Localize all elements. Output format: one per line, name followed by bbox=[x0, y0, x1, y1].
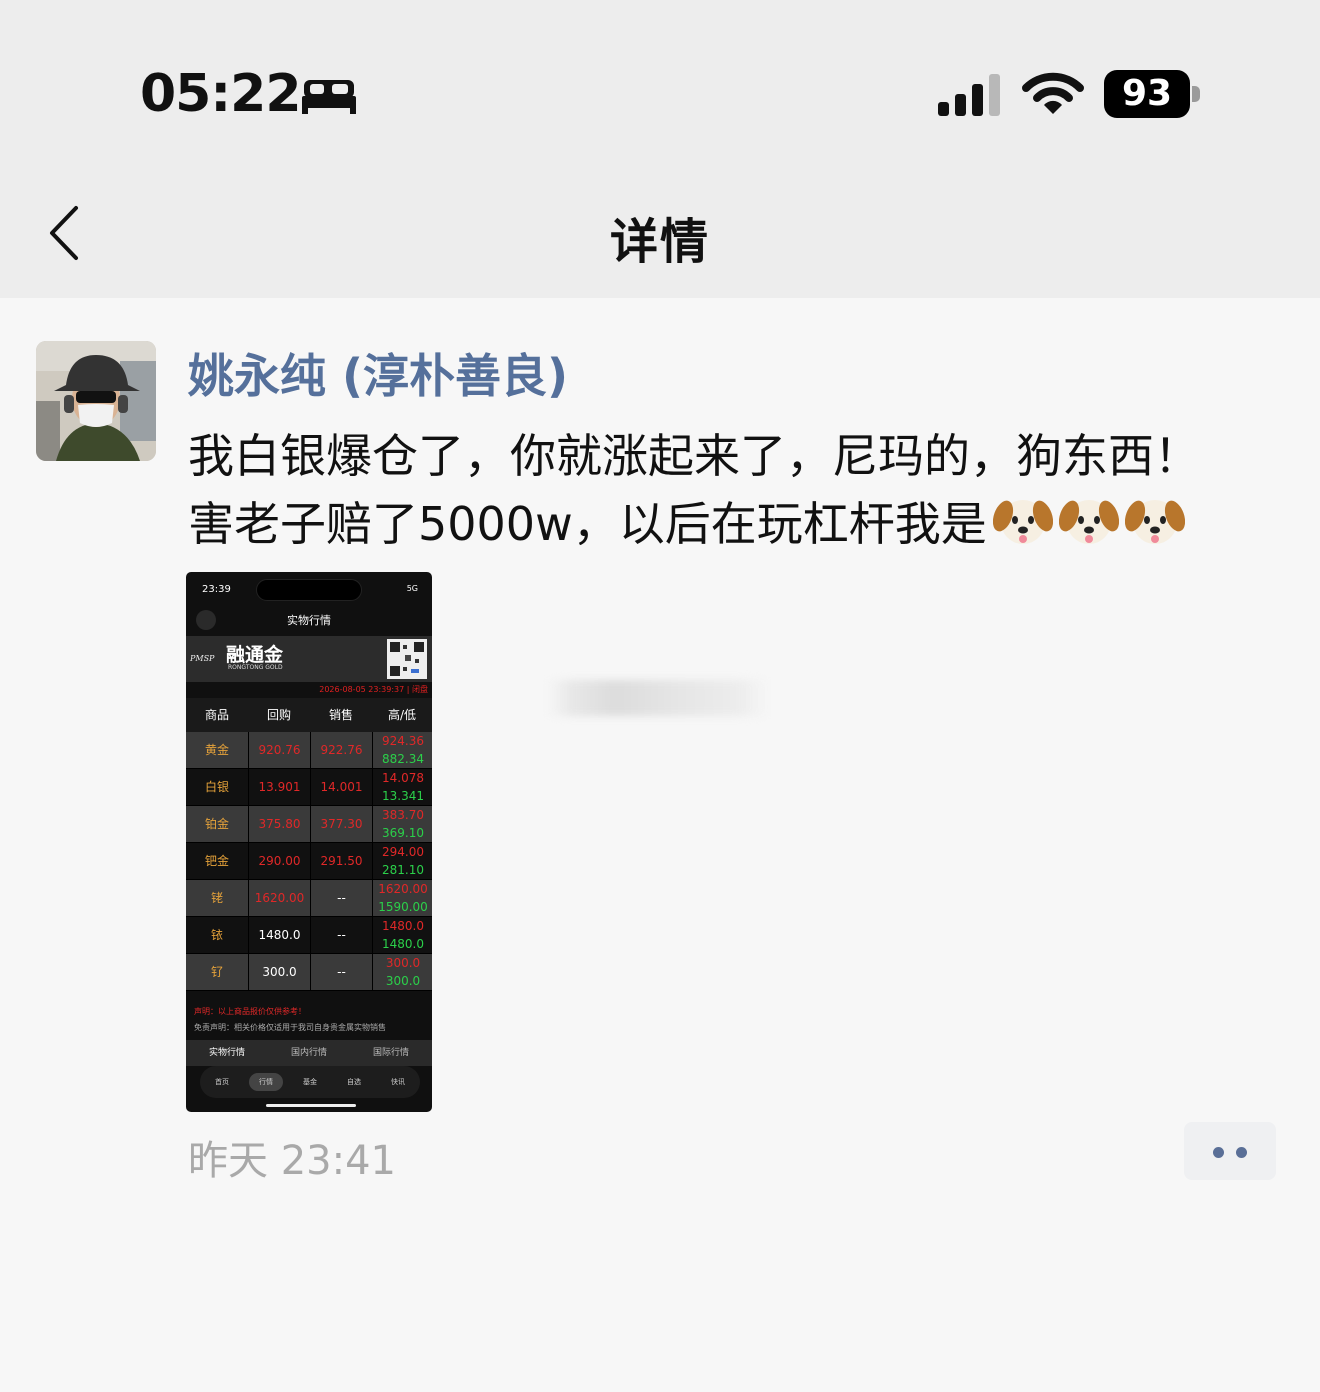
image-banner: PMSP 融通金 RONGTONG GOLD bbox=[186, 636, 432, 682]
table-row: 黄金 920.76 922.76 924.36 882.34 bbox=[186, 732, 432, 769]
row-high: 294.00 bbox=[382, 845, 424, 859]
status-time: 05:22 bbox=[140, 64, 302, 124]
col-header: 高/低 bbox=[387, 708, 417, 722]
row-low: 13.341 bbox=[382, 789, 424, 803]
row-buy: 1480.0 bbox=[248, 917, 310, 953]
image-brand: 融通金 bbox=[226, 644, 284, 666]
row-low: 1480.0 bbox=[382, 937, 424, 951]
row-high: 383.70 bbox=[382, 808, 424, 822]
dog-emoji-icon bbox=[992, 500, 1053, 544]
attached-image[interactable]: 23:39 5G 实物行情 PMSP 融通金 RONGTONG GOLD 202… bbox=[186, 572, 432, 1112]
row-low: 300.0 bbox=[385, 974, 421, 988]
col-header: 销售 bbox=[328, 708, 353, 722]
more-options-button[interactable] bbox=[1184, 1122, 1276, 1180]
image-network: 5G bbox=[406, 584, 418, 593]
post-timestamp: 昨天 23:41 bbox=[188, 1138, 396, 1184]
row-sell: 291.50 bbox=[310, 843, 372, 879]
row-high-low: 1480.0 1480.0 bbox=[372, 917, 432, 953]
row-sell: -- bbox=[310, 880, 372, 916]
blurred-region bbox=[548, 680, 770, 716]
image-qr-code bbox=[387, 639, 427, 679]
row-high: 1480.0 bbox=[382, 919, 424, 933]
page-title: 详情 bbox=[609, 214, 710, 270]
row-name: 白银 bbox=[204, 780, 229, 794]
image-nav-item: 基金 bbox=[303, 1078, 317, 1086]
row-high-low: 294.00 281.10 bbox=[372, 843, 432, 879]
cellular-signal-icon bbox=[938, 74, 1000, 116]
row-buy: 290.00 bbox=[248, 843, 310, 879]
row-sell: 14.001 bbox=[310, 769, 372, 805]
image-status-time: 23:39 bbox=[202, 584, 231, 595]
row-buy: 1620.00 bbox=[248, 880, 310, 916]
more-dot-icon bbox=[1213, 1147, 1224, 1158]
row-name: 铱 bbox=[210, 928, 223, 942]
table-row: 白银 13.901 14.001 14.078 13.341 bbox=[186, 769, 432, 806]
image-tab: 实物行情 bbox=[208, 1048, 245, 1058]
row-low: 1590.00 bbox=[378, 900, 428, 914]
image-disclaimer-title: 声明：以上商品报价仅供参考！ bbox=[194, 1007, 306, 1016]
image-brand-sub: RONGTONG GOLD bbox=[228, 664, 283, 671]
author-name[interactable]: 姚永纯 (淳朴善良) bbox=[188, 340, 568, 406]
col-header: 商品 bbox=[204, 708, 229, 722]
post-text-line-2-text: 害老子赔了5000w，以后在玩杠杆我是 bbox=[188, 497, 987, 551]
image-brand-mark: PMSP bbox=[190, 654, 215, 663]
wifi-icon bbox=[1022, 72, 1084, 114]
table-row: 铑 1620.00 -- 1620.00 1590.00 bbox=[186, 880, 432, 917]
row-high-low: 383.70 369.10 bbox=[372, 806, 432, 842]
image-tab: 国内行情 bbox=[290, 1048, 327, 1058]
table-row: 钯金 290.00 291.50 294.00 281.10 bbox=[186, 843, 432, 880]
battery-indicator: 93 bbox=[1104, 70, 1200, 118]
battery-level: 93 bbox=[1121, 73, 1173, 114]
row-high-low: 1620.00 1590.00 bbox=[372, 880, 432, 916]
image-nav-item: 自选 bbox=[347, 1078, 361, 1086]
col-header: 回购 bbox=[266, 708, 291, 722]
row-name: 钯金 bbox=[204, 854, 229, 868]
image-home-indicator bbox=[266, 1104, 356, 1107]
row-buy: 375.80 bbox=[248, 806, 310, 842]
table-row: 钌 300.0 -- 300.0 300.0 bbox=[186, 954, 432, 991]
row-high: 300.0 bbox=[385, 956, 421, 970]
row-high-low: 14.078 13.341 bbox=[372, 769, 432, 805]
row-high-low: 924.36 882.34 bbox=[372, 732, 432, 768]
row-buy: 300.0 bbox=[248, 954, 310, 990]
row-high-low: 300.0 300.0 bbox=[372, 954, 432, 990]
row-low: 369.10 bbox=[382, 826, 424, 840]
row-sell: 377.30 bbox=[310, 806, 372, 842]
table-row: 铂金 375.80 377.30 383.70 369.10 bbox=[186, 806, 432, 843]
dog-emoji-icon bbox=[1058, 500, 1119, 544]
image-bottom-nav: 首页 行情 基金 自选 快讯 bbox=[200, 1066, 420, 1098]
row-high: 14.078 bbox=[382, 771, 424, 785]
image-tabs: 实物行情 国内行情 国际行情 bbox=[186, 1040, 432, 1066]
dog-emoji-icon bbox=[1124, 500, 1185, 544]
row-name: 铂金 bbox=[204, 817, 229, 831]
image-table-header: 商品 回购 销售 高/低 bbox=[186, 698, 432, 732]
row-high: 1620.00 bbox=[378, 882, 428, 896]
image-nav-item: 首页 bbox=[215, 1078, 229, 1086]
row-sell: -- bbox=[310, 954, 372, 990]
row-buy: 13.901 bbox=[248, 769, 310, 805]
avatar[interactable] bbox=[36, 341, 156, 461]
image-tab: 国际行情 bbox=[372, 1048, 409, 1058]
row-name: 铑 bbox=[210, 891, 223, 905]
post-text-line-1: 我白银爆仓了，你就涨起来了，尼玛的，狗东西！ bbox=[188, 429, 1200, 483]
row-name: 钌 bbox=[210, 965, 223, 979]
row-high: 924.36 bbox=[382, 734, 424, 748]
row-low: 281.10 bbox=[382, 863, 424, 877]
sleep-focus-icon bbox=[302, 80, 356, 114]
image-nav-item: 快讯 bbox=[391, 1078, 405, 1086]
row-sell: 922.76 bbox=[310, 732, 372, 768]
post-text-line-2: 害老子赔了5000w，以后在玩杠杆我是 bbox=[188, 488, 1298, 554]
image-date: 2026-08-05 23:39:37 | 闭盘 bbox=[319, 685, 428, 694]
row-name: 黄金 bbox=[204, 743, 229, 757]
image-header: 实物行情 bbox=[287, 614, 331, 627]
image-dynamic-island bbox=[256, 579, 362, 601]
row-buy: 920.76 bbox=[248, 732, 310, 768]
image-disclaimer: 免责声明：相关价格仅适用于我司自身贵金属实物销售 bbox=[194, 1023, 386, 1032]
more-dot-icon bbox=[1236, 1147, 1247, 1158]
row-low: 882.34 bbox=[382, 752, 424, 766]
row-sell: -- bbox=[310, 917, 372, 953]
table-row: 铱 1480.0 -- 1480.0 1480.0 bbox=[186, 917, 432, 954]
image-nav-item: 行情 bbox=[249, 1073, 283, 1091]
